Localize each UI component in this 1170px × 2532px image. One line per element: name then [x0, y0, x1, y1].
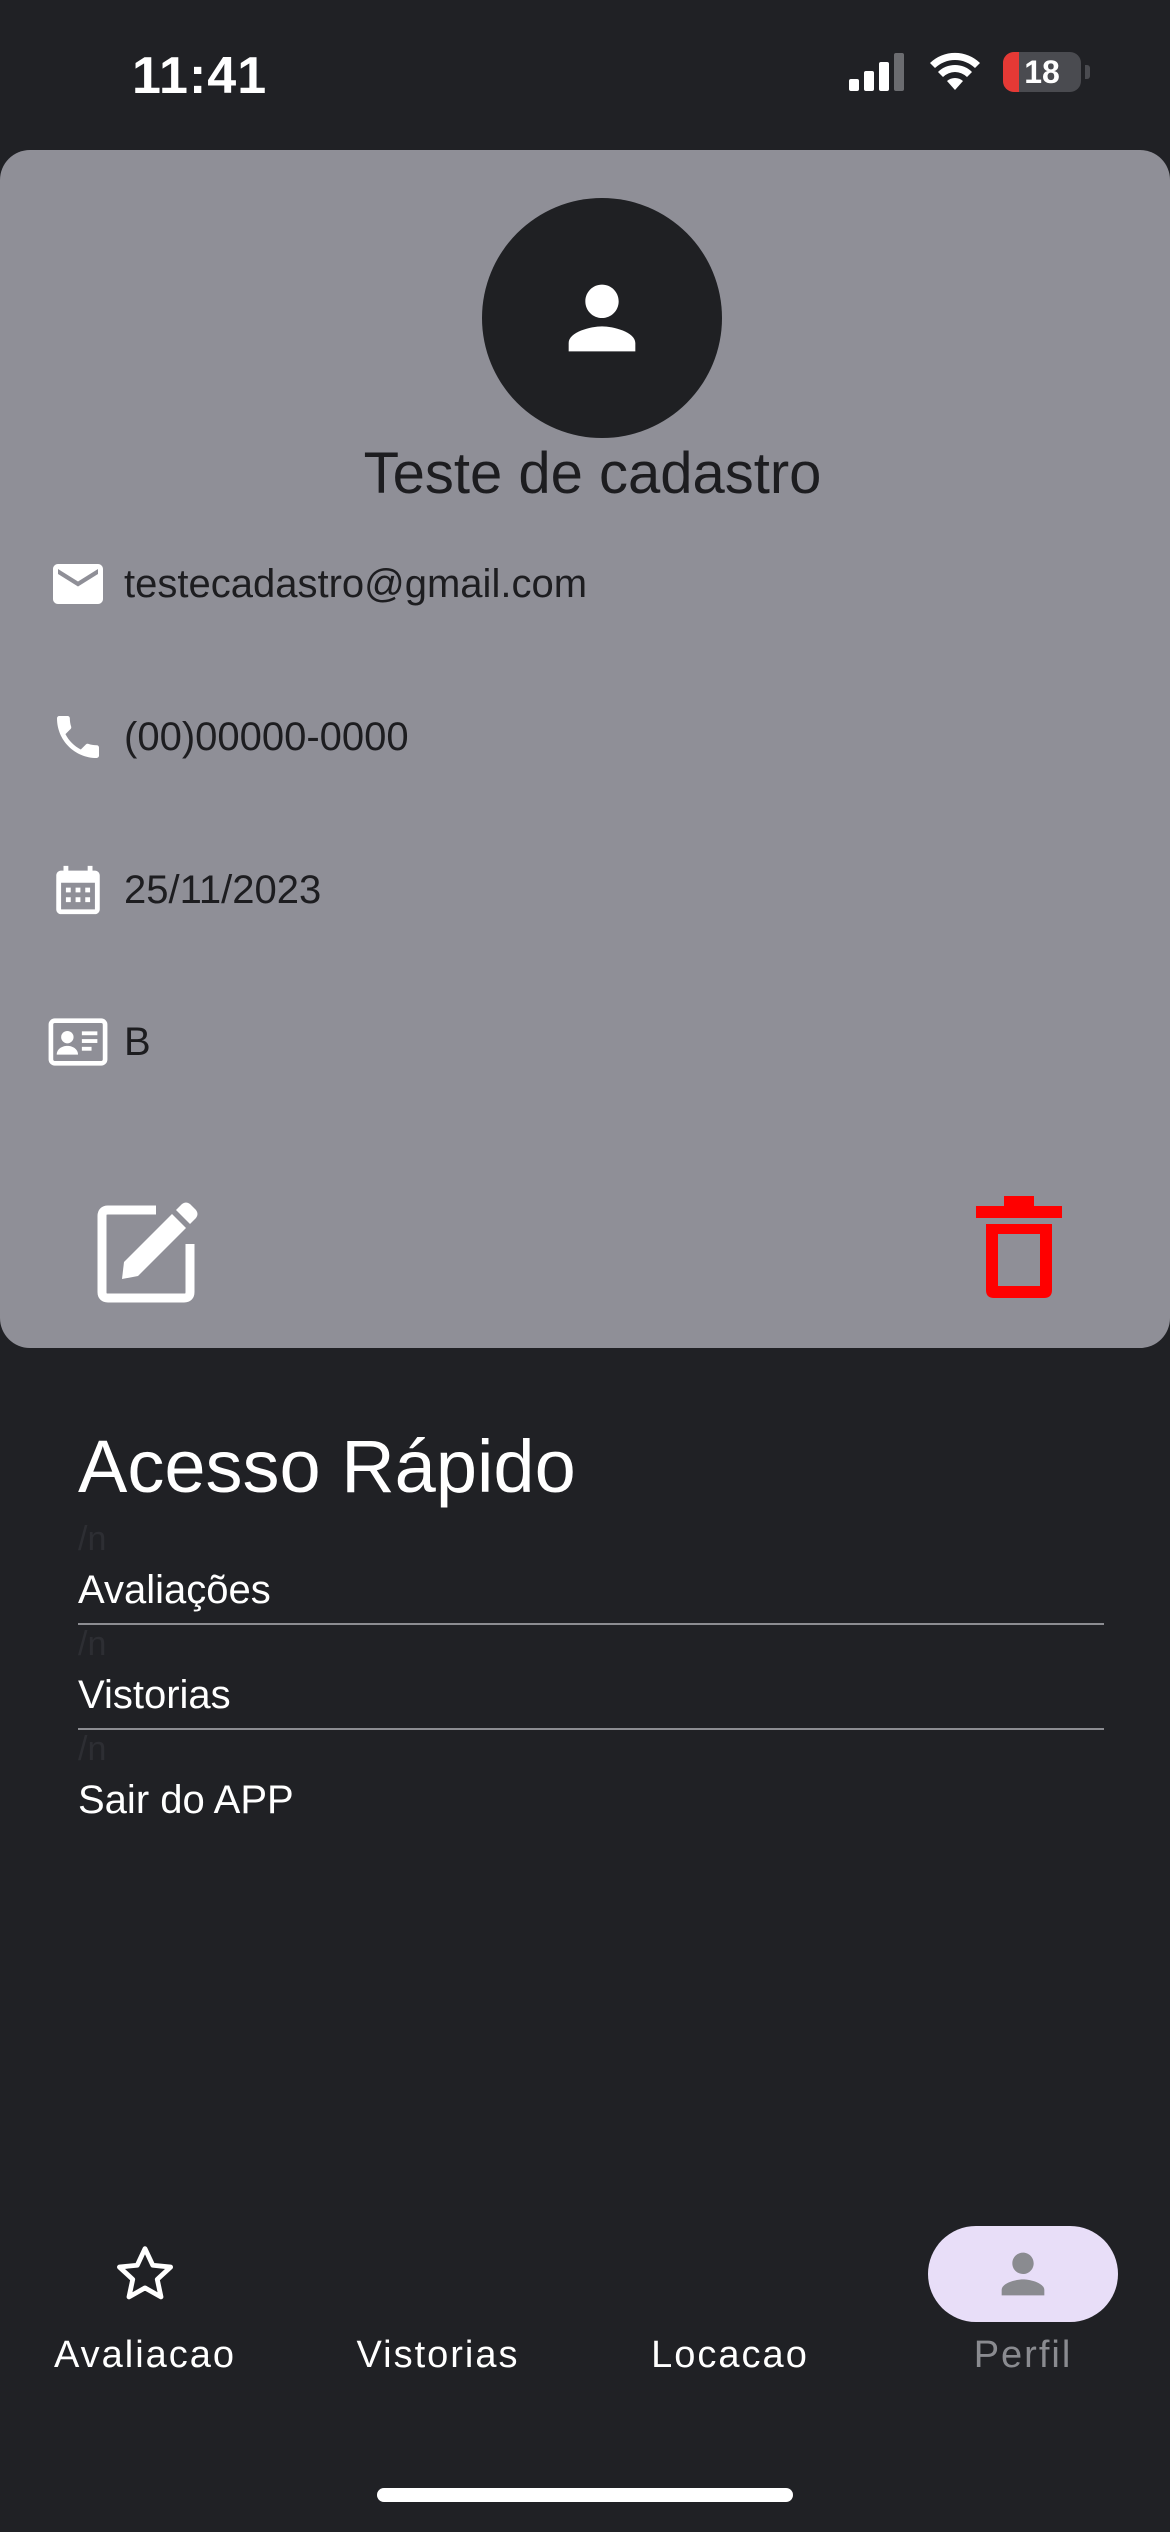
person-icon [568, 284, 636, 352]
phone-icon [48, 707, 108, 767]
profile-card: Teste de cadastro testecadastro@gmail.co… [0, 150, 1170, 1348]
mail-icon [48, 554, 108, 614]
quick-item-avaliacoes[interactable]: /n Avaliações [78, 1520, 1104, 1625]
nav-label: Locacao [651, 2334, 809, 2376]
id-card-icon [48, 1012, 108, 1072]
cellular-signal-icon [849, 53, 904, 91]
home-indicator[interactable] [377, 2488, 793, 2502]
calendar-icon [48, 860, 108, 920]
license-value: B [124, 1019, 151, 1064]
quick-item-sair[interactable]: /n Sair do APP [78, 1730, 1104, 1833]
quick-access-list: /n Avaliações /n Vistorias /n Sair do AP… [78, 1520, 1104, 1833]
profile-name: Teste de cadastro [363, 441, 822, 506]
nav-label: Vistorias [356, 2334, 520, 2376]
nav-label: Avaliacao [53, 2334, 237, 2376]
quick-item-label: Avaliações [78, 1568, 271, 1612]
person-icon [1001, 2252, 1045, 2296]
email-row: testecadastro@gmail.com [48, 554, 587, 614]
date-value: 25/11/2023 [124, 867, 322, 912]
nav-label: Perfil [973, 2334, 1073, 2376]
bottom-navigation: Avaliacao Vistorias Locacao Perfil [0, 2200, 1170, 2460]
status-icons: 18 [849, 52, 1090, 92]
edit-icon [97, 1202, 198, 1303]
nav-item-perfil[interactable]: Perfil [903, 2200, 1143, 2400]
phone-row: (00)00000-0000 [48, 707, 409, 767]
nav-item-locacao[interactable]: Locacao [610, 2200, 850, 2400]
nav-item-avaliacao[interactable]: Avaliacao [25, 2200, 265, 2400]
edit-button[interactable] [96, 1200, 200, 1304]
quick-access-title: Acesso Rápido [78, 1425, 576, 1508]
nav-active-pill [928, 2226, 1118, 2322]
quick-item-vistorias[interactable]: /n Vistorias [78, 1625, 1104, 1730]
nav-item-vistorias[interactable]: Vistorias [318, 2200, 558, 2400]
quick-item-marker: /n [78, 1625, 107, 1663]
phone-value: (00)00000-0000 [124, 714, 409, 759]
status-bar: 11:41 18 [0, 0, 1170, 150]
star-outline-icon [117, 2246, 173, 2300]
quick-item-label: Sair do APP [78, 1778, 294, 1822]
trash-icon [976, 1196, 1062, 1298]
quick-item-marker: /n [78, 1730, 107, 1768]
date-row: 25/11/2023 [48, 860, 321, 920]
quick-item-label: Vistorias [78, 1673, 231, 1717]
avatar [482, 198, 722, 438]
wifi-icon [930, 52, 980, 90]
battery-level: 18 [1024, 53, 1060, 90]
quick-item-marker: /n [78, 1520, 107, 1558]
status-time: 11:41 [132, 47, 268, 105]
license-row: B [48, 1012, 151, 1072]
email-value: testecadastro@gmail.com [124, 561, 588, 606]
nav-icon-container [50, 2226, 240, 2322]
delete-button[interactable] [976, 1196, 1062, 1300]
battery-indicator: 18 [1003, 52, 1081, 92]
battery-tip [1085, 65, 1090, 79]
